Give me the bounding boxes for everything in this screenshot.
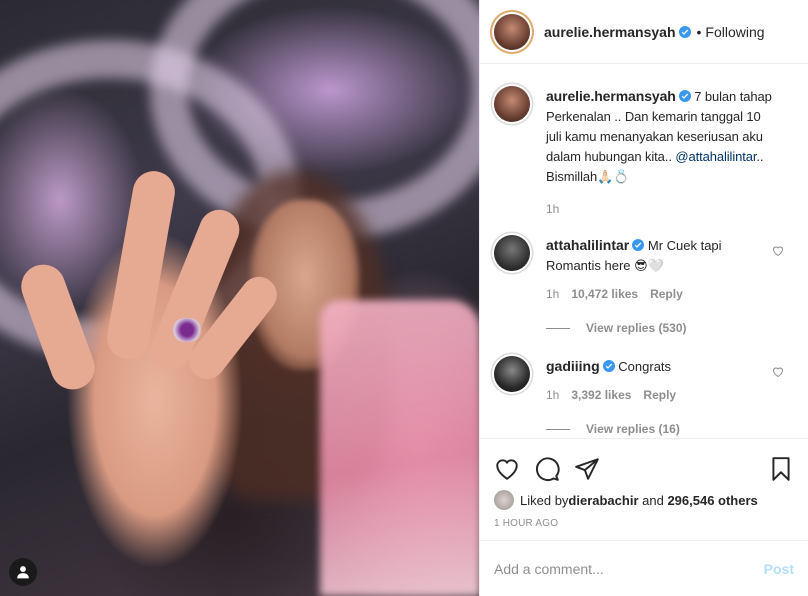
comment-likes[interactable]: 10,472 likes bbox=[571, 284, 638, 304]
photo-bouquet bbox=[320, 300, 479, 596]
post-actions bbox=[480, 438, 808, 490]
likes-count[interactable]: 296,546 others bbox=[667, 493, 757, 508]
photo-ring bbox=[170, 318, 204, 342]
caption-text: aurelie.hermansyah 7 bulan tahap Perkena… bbox=[546, 86, 778, 187]
view-replies-label: View replies (16) bbox=[586, 422, 680, 436]
likes-summary: Liked by dierabachir and 296,546 others bbox=[480, 490, 808, 510]
heart-icon[interactable] bbox=[494, 456, 520, 482]
comment-avatar[interactable] bbox=[494, 356, 530, 392]
post-comment-button[interactable]: Post bbox=[764, 561, 794, 577]
user-icon bbox=[17, 566, 29, 579]
caption: aurelie.hermansyah 7 bulan tahap Perkena… bbox=[494, 86, 794, 219]
post-header: aurelie.hermansyah • Following bbox=[480, 0, 808, 64]
comment-body: Congrats bbox=[614, 359, 672, 374]
share-icon[interactable] bbox=[574, 456, 600, 482]
post-timestamp[interactable]: 1 HOUR AGO bbox=[480, 510, 808, 540]
reply-button[interactable]: Reply bbox=[650, 284, 683, 304]
bookmark-icon[interactable] bbox=[768, 456, 794, 482]
comment-text: gadiiing Congrats bbox=[546, 356, 778, 377]
replies-divider bbox=[546, 428, 570, 430]
user-tags-button[interactable] bbox=[9, 558, 37, 586]
comment-username[interactable]: attahalilintar bbox=[546, 237, 629, 253]
liker-username[interactable]: dierabachir bbox=[568, 493, 638, 508]
caption-avatar[interactable] bbox=[494, 86, 530, 122]
comments-list[interactable]: aurelie.hermansyah 7 bulan tahap Perkena… bbox=[480, 64, 808, 438]
author-username[interactable]: aurelie.hermansyah bbox=[544, 24, 676, 40]
post-modal: aurelie.hermansyah • Following aurelie.h… bbox=[0, 0, 808, 596]
header-separator: • bbox=[696, 23, 702, 40]
comment-item: gadiiing Congrats 1h 3,392 likes Reply V… bbox=[494, 356, 794, 438]
comment-time[interactable]: 1h bbox=[546, 284, 559, 304]
comment-avatar[interactable] bbox=[494, 235, 530, 271]
verified-badge-icon bbox=[678, 90, 691, 102]
heart-icon[interactable] bbox=[772, 245, 784, 257]
reply-button[interactable]: Reply bbox=[643, 385, 676, 405]
post-side-panel: aurelie.hermansyah • Following aurelie.h… bbox=[479, 0, 808, 596]
likes-prefix: Liked by bbox=[520, 492, 569, 508]
comment-item: attahalilintar Mr Cuek tapi Romantis her… bbox=[494, 235, 794, 338]
comment-input[interactable]: Add a comment... bbox=[494, 561, 764, 577]
view-replies-button[interactable]: View replies (16) bbox=[546, 419, 778, 438]
add-comment-bar: Add a comment... Post bbox=[480, 540, 808, 596]
view-replies-button[interactable]: View replies (530) bbox=[546, 318, 778, 338]
caption-mention[interactable]: @attahalilintar bbox=[675, 149, 756, 164]
comment-icon[interactable] bbox=[534, 456, 560, 482]
author-avatar[interactable] bbox=[494, 13, 530, 50]
verified-badge-icon bbox=[602, 360, 615, 372]
caption-time[interactable]: 1h bbox=[546, 199, 559, 219]
comment-likes[interactable]: 3,392 likes bbox=[571, 385, 631, 405]
verified-badge-icon bbox=[632, 239, 645, 251]
comment-time[interactable]: 1h bbox=[546, 385, 559, 405]
following-button[interactable]: Following bbox=[705, 24, 764, 40]
comment-username[interactable]: gadiiing bbox=[546, 358, 600, 374]
replies-divider bbox=[546, 327, 570, 329]
verified-badge-icon bbox=[678, 25, 691, 38]
liker-avatar[interactable] bbox=[494, 490, 514, 510]
heart-icon[interactable] bbox=[772, 366, 784, 378]
view-replies-label: View replies (530) bbox=[586, 321, 687, 335]
likes-middle: and bbox=[638, 492, 668, 508]
post-photo[interactable] bbox=[0, 0, 479, 596]
caption-username[interactable]: aurelie.hermansyah bbox=[546, 88, 676, 104]
comment-text: attahalilintar Mr Cuek tapi Romantis her… bbox=[546, 235, 778, 276]
